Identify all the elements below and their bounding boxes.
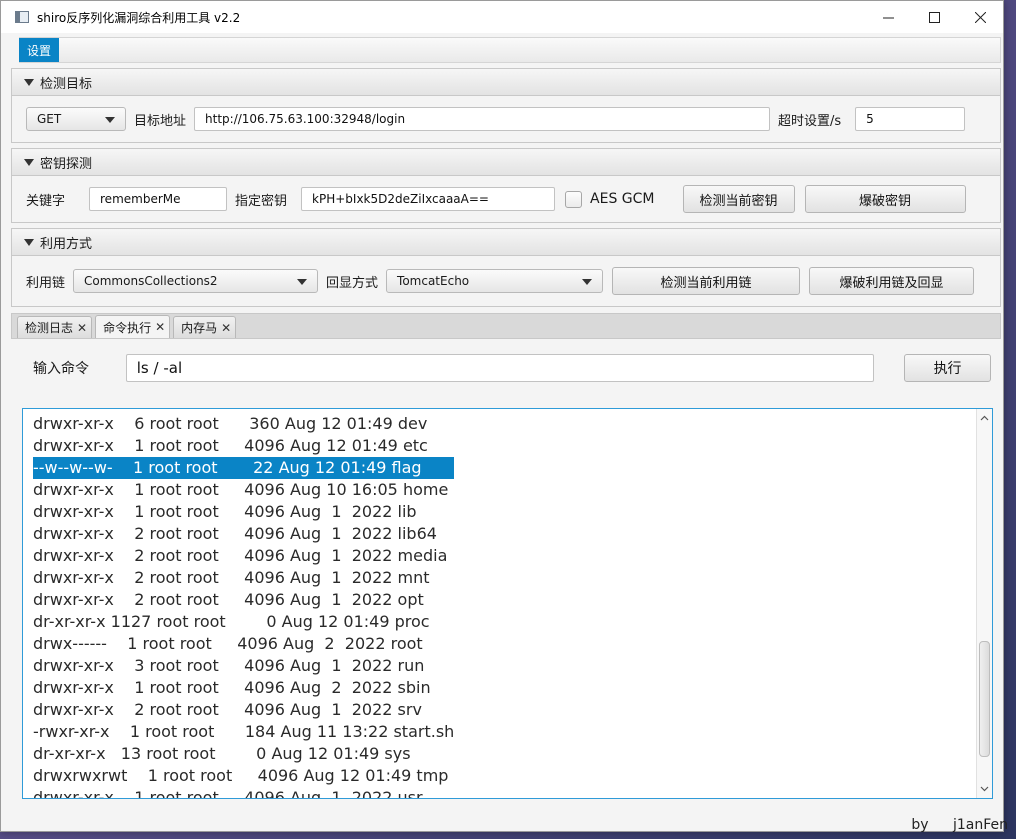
key-input[interactable]: kPH+bIxk5D2deZiIxcaaaA== [301,187,556,211]
output-line: drwxr-xr-x 1 root root 4096 Aug 1 2022 l… [33,502,417,521]
tab-label: 内存马 [181,321,218,335]
scrollbar-thumb[interactable] [979,641,990,757]
tab-label: 命令执行 [103,320,152,335]
maximize-button[interactable] [911,1,957,33]
close-icon [974,11,986,23]
output-line: drwxr-xr-x 2 root root 4096 Aug 1 2022 m… [33,546,448,565]
minimize-icon [882,17,894,18]
pane-title: 检测目标 [40,76,93,92]
command-label: 输入命令 [33,361,89,377]
output-lines: drwxr-xr-x 6 root root 360 Aug 12 01:49 … [33,413,455,799]
check-chain-button[interactable]: 检测当前利用链 [612,267,801,295]
pane-title: 密钥探测 [40,156,93,172]
author-label: j1anFen [952,817,1008,833]
output-line: drwxr-xr-x 1 root root 4096 Aug 10 16:05… [33,480,449,499]
detect-target-pane: 检测目标 GET 目标地址 http://106.75.63.100:32948… [11,68,1001,143]
command-input[interactable]: ls / -al [125,354,875,382]
output-line: drwxr-xr-x 2 root root 4096 Aug 1 2022 o… [33,590,424,609]
echo-label: 回显方式 [326,275,379,291]
output-line: -rwxr-xr-x 1 root root 184 Aug 11 13:22 … [33,722,455,741]
echo-value: TomcatEcho [397,274,470,288]
command-row: 输入命令 ls / -al 执行 [11,339,1001,397]
url-input[interactable]: http://106.75.63.100:32948/login [194,107,771,131]
output-line: drwxr-xr-x 2 root root 4096 Aug 1 2022 l… [33,524,437,543]
output-line: --w--w--w- 1 root root 22 Aug 12 01:49 f… [33,457,455,479]
chain-label: 利用链 [26,275,66,291]
minimize-button[interactable] [865,1,911,33]
chain-value: CommonsCollections2 [84,274,218,288]
collapse-arrow-icon [24,158,34,166]
scroll-up-icon[interactable] [980,414,989,423]
brute-chain-button[interactable]: 爆破利用链及回显 [809,267,975,295]
brute-key-button[interactable]: 爆破密钥 [804,185,966,213]
detect-target-body: GET 目标地址 http://106.75.63.100:32948/logi… [12,96,1000,142]
aes-gcm-checkbox[interactable] [565,190,583,208]
execute-button[interactable]: 执行 [904,354,991,382]
key-detect-header[interactable]: 密钥探测 [12,149,1000,176]
collapse-arrow-icon [24,78,34,86]
tab-bar: 检测日志 ✕ 命令执行 ✕ 内存马 ✕ [11,313,1001,339]
maximize-icon [928,11,940,23]
tab-memshell[interactable]: 内存马 ✕ [173,316,237,338]
tab-detect-log[interactable]: 检测日志 ✕ [17,316,93,338]
exploit-body: 利用链 CommonsCollections2 回显方式 TomcatEcho … [12,256,1000,306]
window-title: shiro反序列化漏洞综合利用工具 v2.2 [37,10,241,25]
output-line: drwxr-xr-x 1 root root 4096 Aug 2 2022 s… [33,678,431,697]
keyword-label: 关键字 [26,193,66,209]
method-select[interactable]: GET [26,107,126,131]
tab-label: 检测日志 [25,321,74,335]
chain-select[interactable]: CommonsCollections2 [73,269,319,293]
close-button[interactable] [957,1,1003,33]
tab-command-exec[interactable]: 命令执行 ✕ [95,315,171,338]
app-icon [15,11,29,23]
chevron-down-icon [105,117,115,123]
close-icon[interactable]: ✕ [155,320,165,334]
key-detect-pane: 密钥探测 关键字 rememberMe 指定密钥 kPH+bIxk5D2deZi… [11,148,1001,223]
collapse-arrow-icon [24,238,34,246]
menu-settings[interactable]: 设置 [19,38,60,62]
vertical-scrollbar[interactable] [976,409,992,798]
key-detect-body: 关键字 rememberMe 指定密钥 kPH+bIxk5D2deZiIxcaa… [12,176,1000,222]
timeout-input[interactable]: 5 [855,107,966,131]
output-line: drwxr-xr-x 2 root root 4096 Aug 1 2022 m… [33,568,430,587]
pane-title: 利用方式 [40,236,93,252]
output-line: drwxr-xr-x 1 root root 4096 Aug 1 2022 u… [33,788,423,799]
close-icon[interactable]: ✕ [77,321,87,335]
window-controls [865,1,1003,33]
output-line: drwx------ 1 root root 4096 Aug 2 2022 r… [33,634,423,653]
exploit-pane: 利用方式 利用链 CommonsCollections2 回显方式 Tomcat… [11,228,1001,307]
scroll-down-icon[interactable] [980,784,989,793]
timeout-label: 超时设置/s [778,113,842,129]
chevron-down-icon [297,279,308,285]
close-icon[interactable]: ✕ [221,321,231,335]
chevron-down-icon [582,279,593,285]
title-bar[interactable]: shiro反序列化漏洞综合利用工具 v2.2 [1,1,1003,33]
by-label: by [911,817,929,833]
output-line: drwxr-xr-x 3 root root 4096 Aug 1 2022 r… [33,656,425,675]
command-output[interactable]: drwxr-xr-x 6 root root 360 Aug 12 01:49 … [22,408,993,799]
keyword-input[interactable]: rememberMe [89,187,228,211]
menu-bar: 设置 [19,37,1001,63]
key-label: 指定密钥 [235,193,288,209]
output-line: dr-xr-xr-x 13 root root 0 Aug 12 01:49 s… [33,744,411,763]
output-line: dr-xr-xr-x 1127 root root 0 Aug 12 01:49… [33,612,430,631]
output-line: drwxr-xr-x 2 root root 4096 Aug 1 2022 s… [33,700,422,719]
url-label: 目标地址 [134,113,187,129]
status-bar: by j1anFen [891,817,1008,833]
detect-target-header[interactable]: 检测目标 [12,69,1000,96]
output-line: drwxr-xr-x 1 root root 4096 Aug 12 01:49… [33,436,428,455]
method-value: GET [37,112,62,126]
output-line: drwxr-xr-x 6 root root 360 Aug 12 01:49 … [33,414,428,433]
output-line: drwxrwxrwt 1 root root 4096 Aug 12 01:49… [33,766,449,785]
echo-select[interactable]: TomcatEcho [386,269,604,293]
exploit-header[interactable]: 利用方式 [12,229,1000,256]
aes-gcm-label: AES GCM [590,191,655,207]
check-key-button[interactable]: 检测当前密钥 [682,185,795,213]
